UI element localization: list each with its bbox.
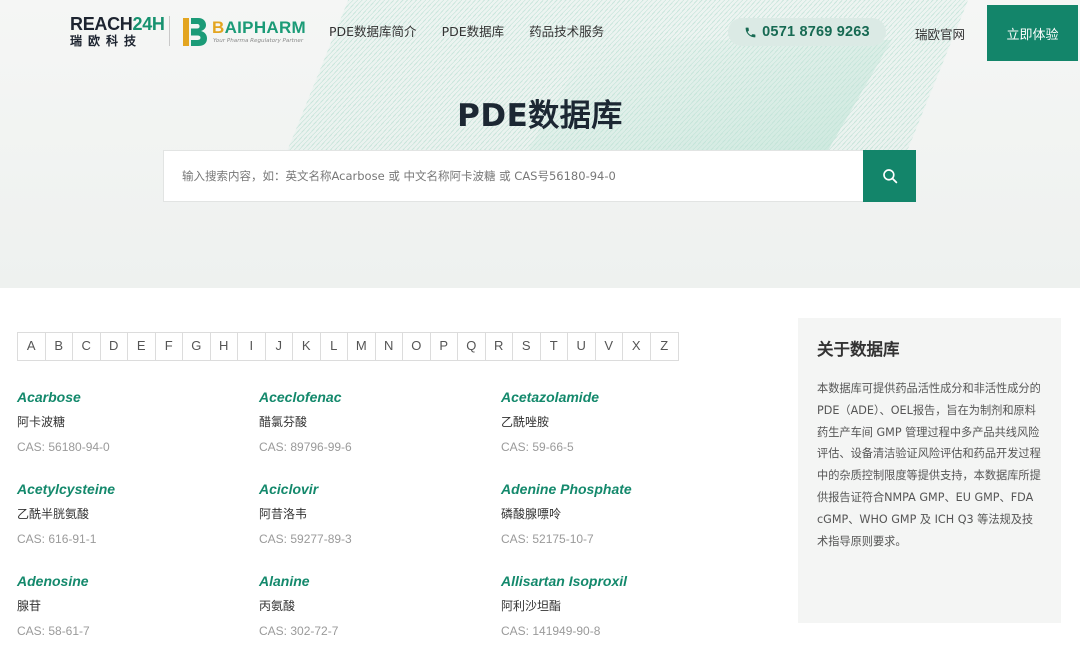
letter-r[interactable]: R bbox=[486, 333, 513, 360]
drug-english-name[interactable]: Aciclovir bbox=[259, 480, 489, 498]
search-input[interactable] bbox=[163, 150, 863, 202]
drug-chinese-name: 丙氨酸 bbox=[259, 599, 296, 613]
letter-v[interactable]: V bbox=[596, 333, 623, 360]
official-site-link[interactable]: 瑞欧官网 bbox=[915, 24, 965, 43]
letter-b[interactable]: B bbox=[46, 333, 73, 360]
letter-n[interactable]: N bbox=[376, 333, 403, 360]
letter-e[interactable]: E bbox=[128, 333, 156, 360]
drug-chinese-name: 磷酸腺嘌呤 bbox=[501, 507, 562, 521]
drug-chinese-name: 乙酰半胱氨酸 bbox=[17, 507, 90, 521]
drug-english-name[interactable]: Acarbose bbox=[17, 388, 247, 406]
alphabet-filter: A B C D E F G H I J K L M N O P Q R S T … bbox=[17, 332, 679, 361]
drug-item[interactable]: Acarbose 阿卡波糖 CAS: 56180-94-0 bbox=[17, 388, 247, 455]
letter-x[interactable]: X bbox=[623, 333, 651, 360]
try-now-button[interactable]: 立即体验 bbox=[987, 5, 1078, 61]
logo-divider bbox=[169, 16, 170, 46]
baipharm-logo[interactable]: BAIPHARM Your Pharma Regulatory Partner bbox=[182, 16, 312, 48]
letter-c[interactable]: C bbox=[73, 333, 101, 360]
nav-item-drug-services[interactable]: 药品技术服务 bbox=[529, 23, 604, 41]
drug-english-name[interactable]: Adenosine bbox=[17, 572, 247, 590]
letter-l[interactable]: L bbox=[321, 333, 348, 360]
drug-cas-number: CAS: 56180-94-0 bbox=[17, 440, 110, 454]
page-title: PDE数据库 bbox=[457, 98, 623, 134]
letter-f[interactable]: F bbox=[156, 333, 183, 360]
drug-english-name[interactable]: Aceclofenac bbox=[259, 388, 489, 406]
phone-number: 0571 8769 9263 bbox=[762, 24, 870, 40]
drug-item[interactable]: Alanine 丙氨酸 CAS: 302-72-7 bbox=[259, 572, 489, 639]
site-header: REACH24H 瑞欧科技 BAIPHARM Your Pharma Regul… bbox=[0, 0, 1080, 62]
letter-j[interactable]: J bbox=[266, 333, 293, 360]
letter-i[interactable]: I bbox=[238, 333, 266, 360]
drug-item[interactable]: Acetazolamide 乙酰唑胺 CAS: 59-66-5 bbox=[501, 388, 731, 455]
drug-english-name[interactable]: Acetylcysteine bbox=[17, 480, 247, 498]
about-title: 关于数据库 bbox=[817, 340, 900, 359]
reach24h-logo[interactable]: REACH24H 瑞欧科技 bbox=[70, 14, 165, 50]
bai-logo-mark-icon bbox=[183, 18, 207, 46]
phone-icon bbox=[745, 27, 756, 37]
letter-o[interactable]: O bbox=[403, 333, 431, 360]
nav-item-pde-intro[interactable]: PDE数据库简介 bbox=[329, 23, 417, 41]
drug-english-name[interactable]: Allisartan Isoproxil bbox=[501, 572, 731, 590]
letter-g[interactable]: G bbox=[183, 333, 211, 360]
drug-cas-number: CAS: 52175-10-7 bbox=[501, 532, 594, 546]
letter-d[interactable]: D bbox=[101, 333, 128, 360]
drug-cas-number: CAS: 302-72-7 bbox=[259, 624, 339, 638]
letter-h[interactable]: H bbox=[211, 333, 238, 360]
drug-cas-number: CAS: 89796-99-6 bbox=[259, 440, 352, 454]
drug-cas-number: CAS: 59-66-5 bbox=[501, 440, 574, 454]
letter-q[interactable]: Q bbox=[458, 333, 486, 360]
drug-chinese-name: 乙酰唑胺 bbox=[501, 415, 550, 429]
letter-s[interactable]: S bbox=[513, 333, 541, 360]
drug-chinese-name: 腺苷 bbox=[17, 599, 42, 613]
phone-pill[interactable]: 0571 8769 9263 bbox=[728, 18, 886, 46]
letter-u[interactable]: U bbox=[568, 333, 596, 360]
drug-chinese-name: 阿利沙坦酯 bbox=[501, 599, 562, 613]
letter-t[interactable]: T bbox=[541, 333, 568, 360]
letter-z[interactable]: Z bbox=[651, 333, 679, 360]
drug-cas-number: CAS: 58-61-7 bbox=[17, 624, 90, 638]
baipharm-wordmark: BAIPHARM bbox=[212, 18, 307, 37]
about-database-panel: 关于数据库 本数据库可提供药品活性成分和非活性成分的PDE（ADE）、OEL报告… bbox=[798, 318, 1061, 623]
letter-k[interactable]: K bbox=[293, 333, 321, 360]
letter-p[interactable]: P bbox=[431, 333, 458, 360]
search-button[interactable] bbox=[863, 150, 916, 202]
drug-item[interactable]: Adenine Phosphate 磷酸腺嘌呤 CAS: 52175-10-7 bbox=[501, 480, 731, 547]
drug-cas-number: CAS: 616-91-1 bbox=[17, 532, 97, 546]
drug-english-name[interactable]: Acetazolamide bbox=[501, 388, 731, 406]
search-icon bbox=[882, 169, 897, 184]
baipharm-tagline: Your Pharma Regulatory Partner bbox=[213, 38, 304, 44]
drug-chinese-name: 阿昔洛韦 bbox=[259, 507, 308, 521]
drug-cas-number: CAS: 141949-90-8 bbox=[501, 624, 601, 638]
drug-item[interactable]: Acetylcysteine 乙酰半胱氨酸 CAS: 616-91-1 bbox=[17, 480, 247, 547]
nav-item-pde-database[interactable]: PDE数据库 bbox=[442, 23, 505, 41]
drug-item[interactable]: Allisartan Isoproxil 阿利沙坦酯 CAS: 141949-9… bbox=[501, 572, 731, 639]
letter-m[interactable]: M bbox=[348, 333, 376, 360]
about-description: 本数据库可提供药品活性成分和非活性成分的PDE（ADE）、OEL报告，旨在为制剂… bbox=[817, 382, 1041, 548]
main-nav: PDE数据库简介 PDE数据库 药品技术服务 bbox=[329, 23, 629, 41]
drug-item[interactable]: Aceclofenac 醋氯芬酸 CAS: 89796-99-6 bbox=[259, 388, 489, 455]
drug-chinese-name: 醋氯芬酸 bbox=[259, 415, 308, 429]
drug-item[interactable]: Adenosine 腺苷 CAS: 58-61-7 bbox=[17, 572, 247, 639]
drug-chinese-name: 阿卡波糖 bbox=[17, 415, 66, 429]
drug-english-name[interactable]: Adenine Phosphate bbox=[501, 480, 731, 498]
drug-cas-number: CAS: 59277-89-3 bbox=[259, 532, 352, 546]
letter-a[interactable]: A bbox=[18, 333, 46, 360]
drug-english-name[interactable]: Alanine bbox=[259, 572, 489, 590]
drug-item[interactable]: Aciclovir 阿昔洛韦 CAS: 59277-89-3 bbox=[259, 480, 489, 547]
